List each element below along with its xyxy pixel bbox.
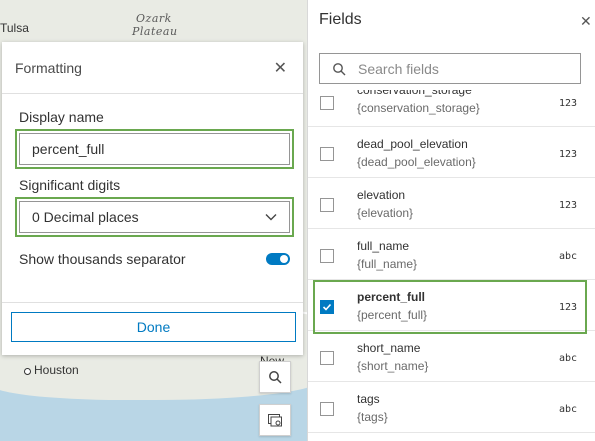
field-type-text-icon: abc: [559, 353, 578, 364]
map-search-button[interactable]: [259, 361, 291, 393]
city-dot: [24, 368, 31, 375]
significant-digits-value: 0 Decimal places: [32, 209, 139, 225]
field-row-full-name[interactable]: full_name {full_name} abc: [308, 229, 595, 280]
field-expression: {short_name}: [357, 359, 429, 373]
search-placeholder: Search fields: [358, 60, 439, 77]
formatting-title: Formatting: [15, 59, 82, 76]
search-fields-input[interactable]: Search fields: [319, 53, 581, 84]
field-name: elevation: [357, 188, 406, 202]
field-checkbox[interactable]: [320, 402, 334, 416]
formatting-header: Formatting ✕: [2, 42, 303, 94]
field-checkbox[interactable]: [320, 198, 334, 212]
formatting-panel: Formatting ✕ Display name percent_full S…: [2, 42, 303, 355]
chevron-down-icon: [265, 214, 277, 221]
selected-field-highlight: [313, 280, 587, 334]
field-name: short_name: [357, 341, 421, 355]
map-label-plateau: Plateau: [132, 25, 178, 38]
significant-digits-select[interactable]: 0 Decimal places: [19, 201, 290, 233]
field-checkbox[interactable]: [320, 147, 334, 161]
field-row-short-name[interactable]: short_name {short_name} abc: [308, 331, 595, 382]
thousands-separator-toggle[interactable]: [266, 253, 290, 265]
field-type-text-icon: abc: [559, 404, 578, 415]
map-label-ozark: Ozark: [136, 12, 172, 25]
map-label-tulsa: Tulsa: [0, 21, 29, 35]
toggle-knob: [280, 255, 288, 263]
field-name: tags: [357, 392, 380, 406]
display-name-value: percent_full: [32, 141, 105, 157]
basemap-icon: [268, 414, 282, 427]
field-name: conservation_storage: [357, 90, 472, 97]
field-row-elevation[interactable]: elevation {elevation} 123: [308, 178, 595, 229]
field-checkbox[interactable]: [320, 96, 334, 110]
fields-list: conservation_storage {conservation_stora…: [308, 90, 595, 441]
search-icon: [269, 371, 282, 384]
significant-digits-label: Significant digits: [19, 177, 121, 193]
field-type-text-icon: abc: [559, 251, 578, 262]
map-basemap-button[interactable]: [259, 404, 291, 436]
field-type-number-icon: 123: [559, 149, 578, 160]
field-row-conservation-storage[interactable]: conservation_storage {conservation_stora…: [308, 90, 595, 127]
display-name-label: Display name: [19, 109, 104, 125]
map-label-houston: Houston: [34, 363, 79, 377]
field-expression: {full_name}: [357, 257, 418, 271]
thousands-separator-label: Show thousands separator: [19, 251, 186, 267]
fields-title: Fields: [319, 11, 362, 28]
field-row-dead-pool-elevation[interactable]: dead_pool_elevation {dead_pool_elevation…: [308, 127, 595, 178]
display-name-input[interactable]: percent_full: [19, 133, 290, 165]
field-type-number-icon: 123: [559, 98, 578, 109]
done-button[interactable]: Done: [11, 312, 296, 342]
close-icon[interactable]: ✕: [274, 58, 287, 78]
close-icon[interactable]: ✕: [580, 13, 592, 30]
field-expression: {dead_pool_elevation}: [357, 155, 476, 169]
field-type-number-icon: 123: [559, 200, 578, 211]
field-checkbox[interactable]: [320, 351, 334, 365]
field-row-tags[interactable]: tags {tags} abc: [308, 382, 595, 433]
field-expression: {conservation_storage}: [357, 101, 480, 115]
field-name: full_name: [357, 239, 410, 253]
field-checkbox[interactable]: [320, 249, 334, 263]
search-icon: [333, 62, 346, 75]
field-expression: {tags}: [357, 410, 388, 424]
fields-panel: Fields ✕ Search fields conservation_stor…: [307, 0, 595, 441]
field-expression: {elevation}: [357, 206, 414, 220]
field-name: dead_pool_elevation: [357, 137, 468, 151]
